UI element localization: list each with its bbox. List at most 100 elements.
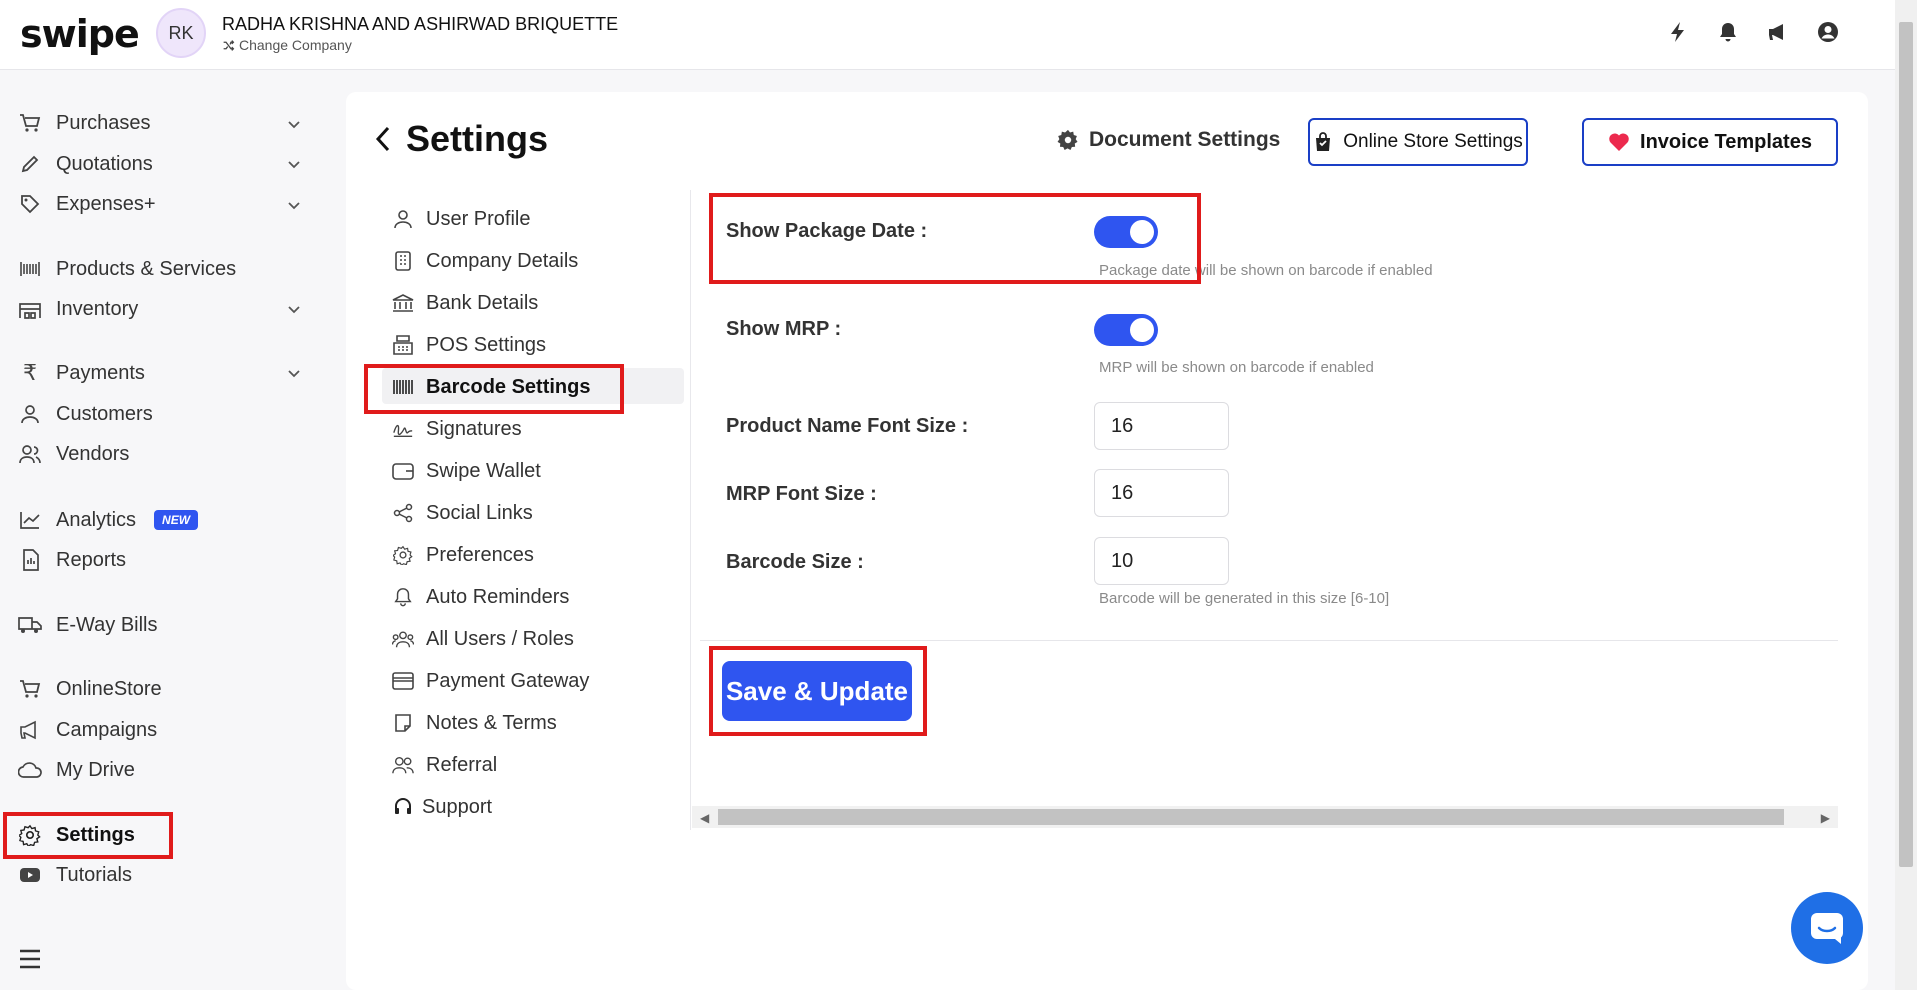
sidebar-item-purchases[interactable]: Purchases — [18, 108, 151, 138]
truck-icon — [18, 613, 42, 637]
content-divider — [690, 190, 691, 830]
barcode-icon — [18, 257, 42, 281]
settings-nav-preferences[interactable]: Preferences — [392, 541, 534, 569]
megaphone-icon — [18, 718, 42, 742]
back-arrow-icon[interactable] — [374, 124, 392, 154]
sidebar-item-label: Campaigns — [56, 718, 158, 741]
settings-nav-social-links[interactable]: Social Links — [392, 499, 533, 527]
sidebar-item-label: Expenses+ — [56, 192, 156, 215]
scroll-right-arrow-icon[interactable]: ▶ — [1821, 811, 1830, 825]
mrp-font-size-label: MRP Font Size : — [726, 483, 877, 505]
hamburger-menu-icon[interactable] — [18, 948, 42, 970]
online-store-settings-button[interactable]: Online Store Settings — [1308, 118, 1528, 166]
bell-icon[interactable] — [1716, 20, 1740, 44]
settings-nav-label: Preferences — [426, 543, 534, 566]
chart-icon — [18, 508, 42, 532]
sidebar-item-label: Purchases — [56, 111, 151, 134]
sidebar-item-payments[interactable]: ₹ Payments — [18, 358, 145, 388]
product-name-font-size-label: Product Name Font Size : — [726, 415, 969, 437]
settings-nav-swipe-wallet[interactable]: Swipe Wallet — [392, 457, 541, 485]
settings-nav-referral[interactable]: Referral — [392, 751, 497, 779]
settings-nav-payment-gateway[interactable]: Payment Gateway — [392, 667, 589, 695]
company-name: RADHA KRISHNA AND ASHIRWAD BRIQUETTE — [222, 14, 619, 34]
new-badge: NEW — [154, 510, 199, 530]
rupee-icon: ₹ — [23, 360, 37, 385]
barcode-size-input[interactable]: 10 — [1094, 537, 1229, 585]
chevron-down-icon[interactable] — [285, 300, 303, 318]
sidebar-item-quotations[interactable]: Quotations — [18, 149, 153, 179]
announcement-icon[interactable] — [1766, 20, 1790, 44]
swipe-logo[interactable]: swipe — [20, 12, 140, 56]
show-mrp-toggle[interactable] — [1094, 314, 1158, 346]
mrp-font-size-input[interactable]: 16 — [1094, 469, 1229, 517]
settings-nav-bank-details[interactable]: Bank Details — [392, 289, 538, 317]
sidebar-item-tutorials[interactable]: Tutorials — [18, 860, 132, 890]
invoice-templates-button[interactable]: Invoice Templates — [1582, 118, 1838, 166]
chevron-down-icon[interactable] — [285, 115, 303, 133]
chevron-down-icon[interactable] — [285, 364, 303, 382]
page-scroll-thumb[interactable] — [1899, 22, 1913, 867]
chat-support-button[interactable] — [1791, 892, 1863, 964]
settings-nav-label: POS Settings — [426, 333, 547, 356]
sidebar-item-label: E-Way Bills — [56, 613, 158, 636]
youtube-icon — [18, 863, 42, 887]
report-icon — [18, 548, 42, 572]
lightning-icon[interactable] — [1666, 20, 1690, 44]
sidebar-item-inventory[interactable]: Inventory — [18, 294, 138, 324]
sidebar-item-my-drive[interactable]: My Drive — [18, 755, 135, 785]
sidebar-item-vendors[interactable]: Vendors — [18, 439, 129, 469]
sidebar-item-eway-bills[interactable]: E-Way Bills — [18, 610, 157, 640]
sidebar-item-reports[interactable]: Reports — [18, 545, 126, 575]
shopping-bag-icon — [1316, 132, 1331, 151]
page-vertical-scrollbar[interactable] — [1895, 0, 1917, 990]
share-icon — [392, 502, 414, 524]
sidebar-item-label: OnlineStore — [56, 677, 162, 700]
sidebar-item-expenses[interactable]: Expenses+ — [18, 189, 156, 219]
sidebar-item-analytics[interactable]: Analytics NEW — [18, 505, 199, 535]
signature-icon — [392, 418, 414, 440]
sidebar-item-customers[interactable]: Customers — [18, 399, 153, 429]
settings-nav-company-details[interactable]: Company Details — [392, 247, 578, 275]
heart-icon — [1609, 133, 1629, 151]
cart-icon — [18, 111, 42, 135]
page-title: Settings — [374, 118, 548, 160]
change-company-link[interactable]: Change Company — [222, 37, 352, 53]
show-mrp-hint: MRP will be shown on barcode if enabled — [1099, 359, 1374, 376]
sidebar-item-label: Inventory — [56, 297, 139, 320]
show-mrp-label: Show MRP : — [726, 318, 842, 340]
sidebar-item-products-services[interactable]: Products & Services — [18, 254, 236, 284]
scroll-left-arrow-icon[interactable]: ◀ — [700, 811, 709, 825]
settings-nav-user-profile[interactable]: User Profile — [392, 205, 530, 233]
settings-nav-label: All Users / Roles — [426, 627, 574, 650]
warehouse-icon — [18, 297, 42, 321]
wallet-icon — [392, 460, 414, 482]
sidebar-item-onlinestore[interactable]: OnlineStore — [18, 674, 162, 704]
settings-nav-label: Bank Details — [426, 291, 539, 314]
account-icon[interactable] — [1816, 20, 1840, 44]
form-divider — [700, 640, 1838, 641]
settings-nav-notes-terms[interactable]: Notes & Terms — [392, 709, 557, 737]
settings-nav-auto-reminders[interactable]: Auto Reminders — [392, 583, 569, 611]
product-name-font-size-input[interactable]: 16 — [1094, 402, 1229, 450]
settings-nav-all-users-roles[interactable]: All Users / Roles — [392, 625, 574, 653]
document-settings-link[interactable]: Document Settings — [1057, 128, 1280, 152]
sidebar-item-campaigns[interactable]: Campaigns — [18, 715, 157, 745]
sidebar-item-label: Vendors — [56, 442, 130, 465]
horizontal-scrollbar[interactable]: ◀ ▶ — [692, 806, 1838, 828]
show-package-date-highlight-box — [709, 193, 1201, 284]
users-icon — [392, 754, 414, 776]
chevron-down-icon[interactable] — [285, 196, 303, 214]
settings-nav-label: Company Details — [426, 249, 579, 272]
store-icon — [18, 677, 42, 701]
company-avatar[interactable]: RK — [156, 8, 206, 58]
shuffle-icon — [223, 39, 235, 51]
headset-icon — [392, 796, 414, 818]
settings-nav-label: Referral — [426, 753, 498, 776]
bank-icon — [392, 292, 414, 314]
chevron-down-icon[interactable] — [285, 155, 303, 173]
barcode-size-label: Barcode Size : — [726, 551, 864, 573]
settings-nav-pos-settings[interactable]: POS Settings — [392, 331, 546, 359]
settings-nav-signatures[interactable]: Signatures — [392, 415, 522, 443]
settings-nav-support[interactable]: Support — [392, 793, 492, 821]
horizontal-scroll-thumb[interactable] — [718, 809, 1784, 825]
